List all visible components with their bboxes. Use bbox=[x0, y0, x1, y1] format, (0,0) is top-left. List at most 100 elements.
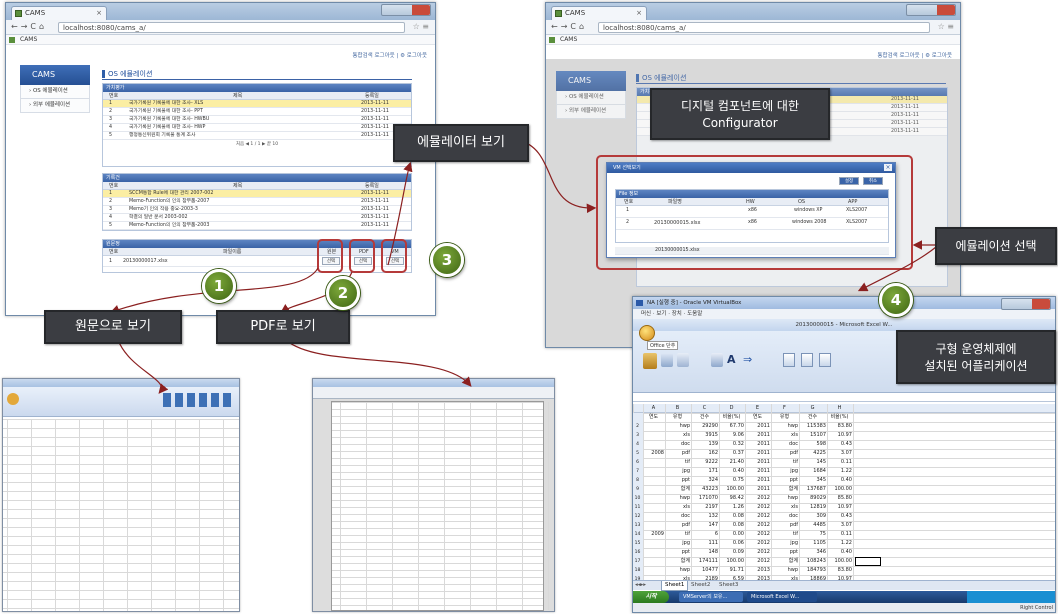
taskbar-item-vmserver[interactable]: VMServer의 보유... bbox=[679, 592, 743, 602]
column-header[interactable]: G bbox=[799, 404, 827, 413]
data-cell[interactable]: 2008 bbox=[643, 449, 665, 458]
header-cell[interactable]: 건수 bbox=[691, 413, 719, 422]
column-header[interactable]: E bbox=[745, 404, 771, 413]
data-cell[interactable]: 9.06 bbox=[719, 431, 745, 440]
data-cell[interactable]: 3.07 bbox=[827, 449, 853, 458]
window-close-icon[interactable] bbox=[412, 5, 430, 15]
page-icon[interactable] bbox=[783, 353, 795, 367]
data-cell[interactable]: 2011 bbox=[745, 440, 771, 449]
ribbon-group-view[interactable] bbox=[783, 353, 843, 383]
row-number[interactable]: 7 bbox=[633, 467, 643, 476]
sidebar-item-os-emulation[interactable]: › OS 에뮬레이션 bbox=[20, 85, 90, 99]
data-cell[interactable]: 108243 bbox=[799, 557, 827, 566]
table-row[interactable]: 1 국가기록원 기록물에 대한 조사- XLS 2013-11-11 bbox=[103, 100, 411, 108]
column-header[interactable]: A bbox=[643, 404, 665, 413]
data-cell[interactable]: ppt bbox=[665, 548, 691, 557]
data-cell[interactable]: xls bbox=[771, 503, 799, 512]
data-cell[interactable]: 10477 bbox=[691, 566, 719, 575]
data-cell[interactable]: 309 bbox=[799, 512, 827, 521]
data-cell[interactable]: 2011 bbox=[745, 467, 771, 476]
data-cell[interactable]: ppt bbox=[665, 476, 691, 485]
cut-icon[interactable] bbox=[661, 353, 673, 367]
arrow-icon[interactable]: ⇒ bbox=[743, 353, 755, 367]
data-cell[interactable]: 132 bbox=[691, 512, 719, 521]
data-cell[interactable]: doc bbox=[665, 440, 691, 449]
table-row[interactable]: 4 학결의 일반 문서 2003-002 2013-11-11 bbox=[103, 214, 411, 222]
address-bar[interactable]: localhost:8080/cams_a/ bbox=[58, 22, 405, 33]
data-cell[interactable]: 598 bbox=[799, 440, 827, 449]
data-cell[interactable]: tif bbox=[665, 458, 691, 467]
data-cell[interactable]: 0.08 bbox=[719, 521, 745, 530]
data-cell[interactable]: 0.40 bbox=[827, 476, 853, 485]
spreadsheet-grid[interactable]: A B C D E F G H 연도 유형 건수 비율(%) 연도 유형 건수 비율(%) 2 hwp 29290 6… bbox=[633, 404, 1055, 580]
data-cell[interactable]: hwp bbox=[665, 566, 691, 575]
row-number[interactable]: 11 bbox=[633, 503, 643, 512]
find-icon[interactable] bbox=[711, 353, 723, 367]
data-cell[interactable]: 1105 bbox=[799, 539, 827, 548]
data-cell[interactable]: 139 bbox=[691, 440, 719, 449]
data-cell[interactable]: 2011 bbox=[745, 485, 771, 494]
row-number[interactable]: 8 bbox=[633, 476, 643, 485]
data-cell[interactable]: 합계 bbox=[665, 485, 691, 494]
data-cell[interactable]: 91.71 bbox=[719, 566, 745, 575]
bookmark-star-icon[interactable]: ☆ ≡ bbox=[938, 22, 954, 31]
data-cell[interactable]: 0.40 bbox=[719, 467, 745, 476]
window-icon[interactable] bbox=[819, 353, 831, 367]
data-cell[interactable]: 0.32 bbox=[719, 440, 745, 449]
row-number[interactable]: 16 bbox=[633, 548, 643, 557]
header-cell[interactable]: 비율(%) bbox=[827, 413, 853, 422]
sheet-nav-icon[interactable]: ◂◂▸▸ bbox=[635, 581, 646, 590]
data-cell[interactable]: 15107 bbox=[799, 431, 827, 440]
data-cell[interactable]: 2009 bbox=[643, 530, 665, 539]
data-cell[interactable]: 2011 bbox=[745, 476, 771, 485]
column-header[interactable]: B bbox=[665, 404, 691, 413]
data-cell[interactable]: hwp bbox=[771, 422, 799, 431]
table-row[interactable]: 5 행정통신위원회 기록물 통계 조사 2013-11-11 bbox=[103, 132, 411, 140]
data-cell[interactable]: 0.08 bbox=[719, 512, 745, 521]
data-cell[interactable]: 0.11 bbox=[827, 458, 853, 467]
data-cell[interactable]: 2197 bbox=[691, 503, 719, 512]
data-cell[interactable]: 29290 bbox=[691, 422, 719, 431]
selected-cell[interactable] bbox=[855, 557, 881, 566]
row-number[interactable]: 17 bbox=[633, 557, 643, 566]
table-row[interactable]: 3 Memo기 인의 작용 중요-2003-3 2013-11-11 bbox=[103, 206, 411, 214]
row-number[interactable]: 14 bbox=[633, 530, 643, 539]
data-cell[interactable]: 184793 bbox=[799, 566, 827, 575]
paste-icon[interactable] bbox=[643, 353, 657, 369]
data-cell[interactable]: xls bbox=[771, 431, 799, 440]
data-cell[interactable]: 2012 bbox=[745, 512, 771, 521]
start-button[interactable]: 시작 bbox=[633, 591, 669, 603]
data-cell[interactable]: jpg bbox=[771, 539, 799, 548]
data-cell[interactable]: 2011 bbox=[745, 449, 771, 458]
table-row[interactable]: 2 Memo-Function의 인의 참부품-2007 2013-11-11 bbox=[103, 198, 411, 206]
table-row[interactable]: 4 국가기록원 기록물에 대한 조사- HWP 2013-11-11 bbox=[103, 124, 411, 132]
data-cell[interactable]: 2012 bbox=[745, 557, 771, 566]
data-cell[interactable]: 4485 bbox=[799, 521, 827, 530]
data-cell[interactable]: tif bbox=[771, 458, 799, 467]
data-cell[interactable]: pdf bbox=[665, 449, 691, 458]
data-cell[interactable]: 0.43 bbox=[827, 512, 853, 521]
bookmark-cams[interactable]: CAMS bbox=[560, 36, 577, 43]
data-cell[interactable]: 345 bbox=[799, 476, 827, 485]
data-cell[interactable]: 4225 bbox=[799, 449, 827, 458]
nav-buttons-icon[interactable]: ←→C⌂ bbox=[11, 22, 47, 31]
header-cell[interactable]: 비율(%) bbox=[719, 413, 745, 422]
data-cell[interactable]: ppt bbox=[771, 476, 799, 485]
row-number[interactable]: 12 bbox=[633, 512, 643, 521]
column-header[interactable]: H bbox=[827, 404, 853, 413]
data-cell[interactable]: ppt bbox=[771, 548, 799, 557]
data-cell[interactable]: 2012 bbox=[745, 539, 771, 548]
data-cell[interactable]: 148 bbox=[691, 548, 719, 557]
column-header[interactable]: C bbox=[691, 404, 719, 413]
data-cell[interactable]: 2012 bbox=[745, 548, 771, 557]
data-cell[interactable]: 67.70 bbox=[719, 422, 745, 431]
data-cell[interactable]: 10.97 bbox=[827, 431, 853, 440]
row-number[interactable]: 10 bbox=[633, 494, 643, 503]
row-number[interactable]: 4 bbox=[633, 440, 643, 449]
data-cell[interactable]: pdf bbox=[771, 521, 799, 530]
data-cell[interactable]: 1.26 bbox=[719, 503, 745, 512]
data-cell[interactable]: 1.22 bbox=[827, 467, 853, 476]
data-cell[interactable]: 12819 bbox=[799, 503, 827, 512]
header-cell[interactable]: 연도 bbox=[643, 413, 665, 422]
data-cell[interactable]: 0.06 bbox=[719, 539, 745, 548]
